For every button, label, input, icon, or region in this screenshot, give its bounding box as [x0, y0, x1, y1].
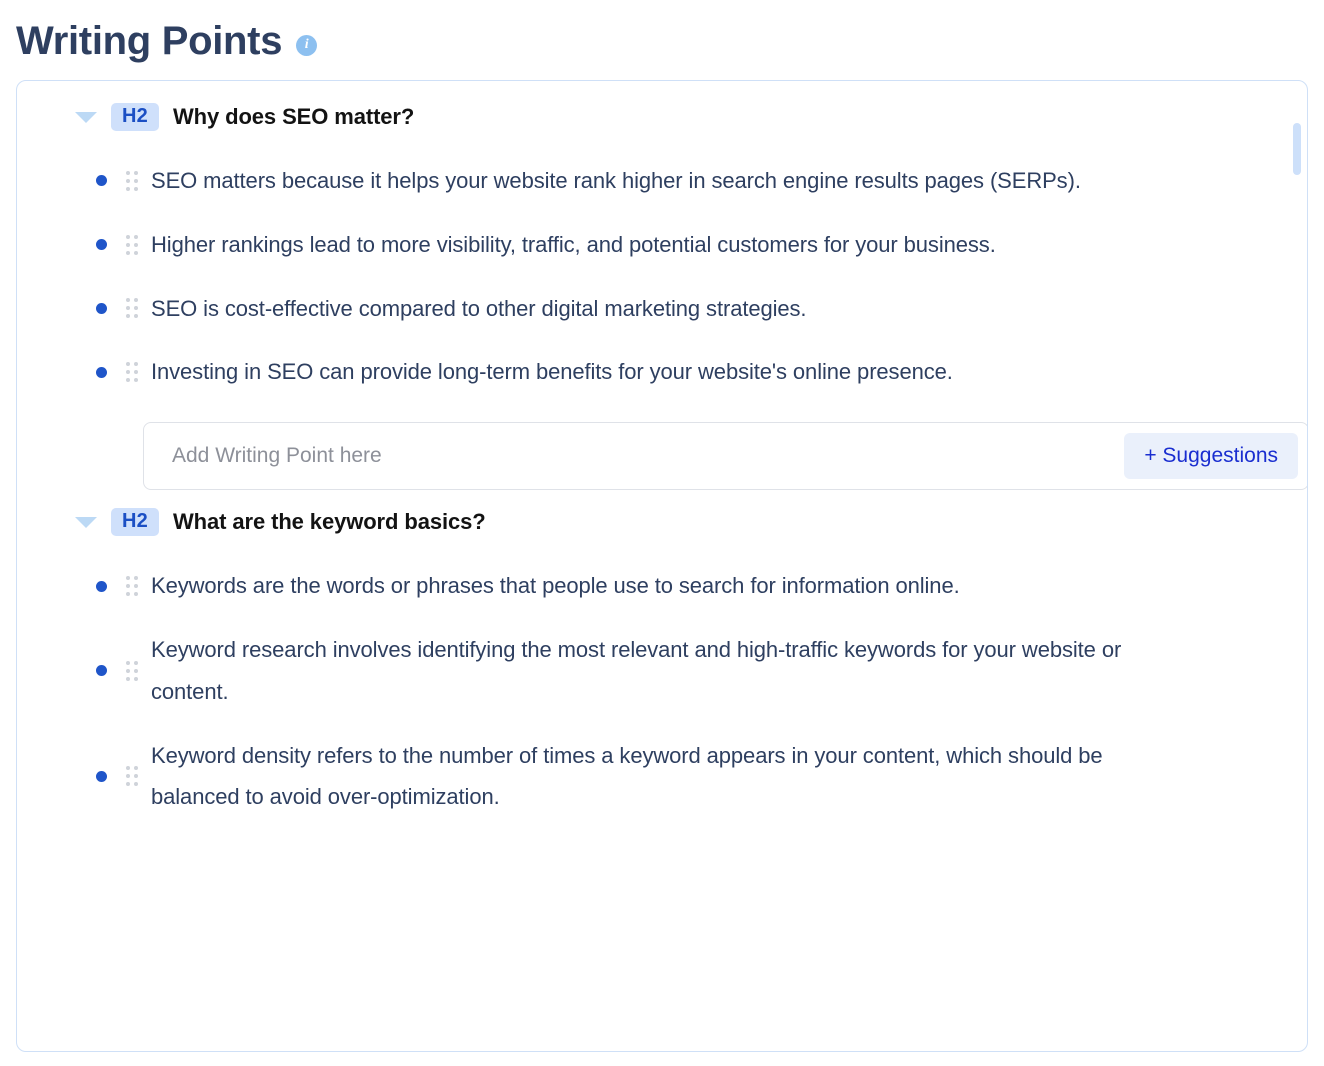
info-icon[interactable]: i	[296, 34, 318, 56]
outline-section: H2 Why does SEO matter? SEO matters beca…	[35, 99, 1307, 491]
add-writing-point-input[interactable]	[170, 423, 1125, 490]
list-item[interactable]: Keywords are the words or phrases that p…	[35, 554, 1277, 618]
writing-point-text: Keywords are the words or phrases that p…	[151, 573, 960, 599]
list-item[interactable]: SEO is cost-effective compared to other …	[35, 277, 1277, 341]
list-item[interactable]: Higher rankings lead to more visibility,…	[35, 213, 1277, 277]
writing-point-text: SEO matters because it helps your websit…	[151, 168, 1081, 193]
drag-handle-icon[interactable]	[113, 660, 151, 681]
bullet-icon	[35, 665, 113, 677]
writing-point-text: SEO is cost-effective compared to other …	[151, 295, 807, 321]
bullet-icon	[35, 580, 113, 592]
list-item[interactable]: SEO matters because it helps your websit…	[35, 149, 1277, 213]
section-heading-row[interactable]: H2 What are the keyword basics?	[35, 504, 1277, 540]
writing-points-scroll-area: H2 Why does SEO matter? SEO matters beca…	[17, 81, 1307, 1051]
page-title: Writing Points	[16, 19, 283, 63]
section-heading-row[interactable]: H2 Why does SEO matter?	[35, 99, 1277, 135]
section-heading-text: Why does SEO matter?	[172, 103, 415, 129]
panel-scrollbar[interactable]	[1293, 91, 1301, 1041]
drag-handle-icon[interactable]	[113, 362, 151, 383]
chevron-down-icon[interactable]	[75, 111, 97, 123]
bullet-icon	[35, 239, 113, 251]
list-item[interactable]: Investing in SEO can provide long-term b…	[35, 340, 1277, 404]
writing-points-list: SEO matters because it helps your websit…	[35, 135, 1277, 404]
writing-points-list: Keywords are the words or phrases that p…	[35, 540, 1277, 829]
list-item[interactable]: Keyword density refers to the number of …	[35, 724, 1277, 830]
writing-point-text: Higher rankings lead to more visibility,…	[151, 231, 996, 257]
writing-points-panel: H2 Why does SEO matter? SEO matters beca…	[16, 80, 1308, 1052]
outline-section: H2 What are the keyword basics? Keywords…	[35, 504, 1277, 829]
bullet-icon	[35, 302, 113, 314]
writing-point-text: Keyword density refers to the number of …	[151, 742, 1103, 810]
heading-level-badge[interactable]: H2	[111, 508, 159, 537]
drag-handle-icon[interactable]	[113, 234, 151, 255]
bullet-icon	[35, 770, 113, 782]
writing-points-page: Writing Points i H2 Why does SEO matter?…	[0, 0, 1324, 1066]
page-header: Writing Points i	[0, 0, 1324, 72]
list-item[interactable]: Keyword research involves identifying th…	[35, 618, 1277, 724]
heading-level-badge[interactable]: H2	[111, 103, 159, 131]
add-writing-point-bar: + Suggestions	[143, 422, 1307, 491]
section-heading-text: What are the keyword basics?	[172, 508, 486, 534]
drag-handle-icon[interactable]	[113, 170, 151, 191]
writing-point-text: Investing in SEO can provide long-term b…	[151, 359, 953, 385]
drag-handle-icon[interactable]	[113, 576, 151, 597]
panel-scrollbar-thumb[interactable]	[1293, 123, 1301, 175]
suggestions-button[interactable]: + Suggestions	[1124, 433, 1298, 480]
chevron-down-icon[interactable]	[75, 516, 97, 528]
bullet-icon	[35, 175, 113, 187]
bullet-icon	[35, 366, 113, 378]
drag-handle-icon[interactable]	[113, 298, 151, 319]
drag-handle-icon[interactable]	[113, 766, 151, 787]
writing-point-text: Keyword research involves identifying th…	[151, 636, 1122, 704]
